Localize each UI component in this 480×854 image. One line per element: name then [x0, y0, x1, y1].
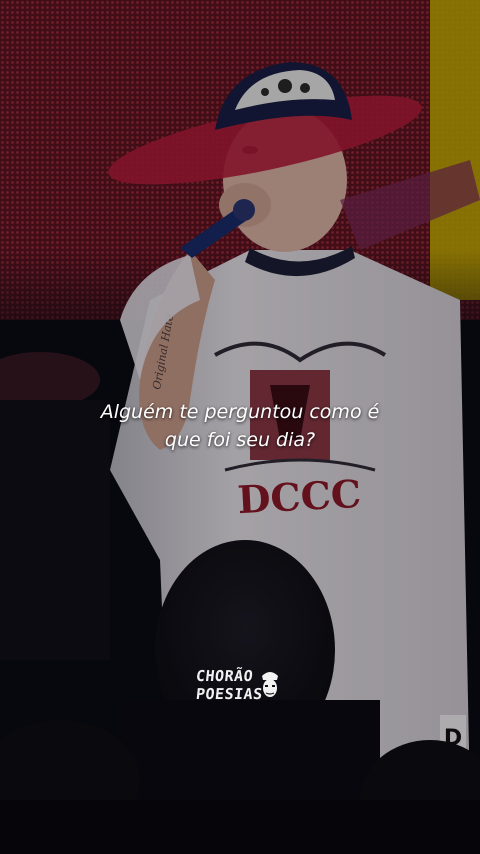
caption-line-2: que foi seu dia?: [164, 429, 316, 451]
face-logo-icon: [262, 672, 278, 697]
video-frame: DCCC D Original Hate Alguém te perguntou…: [0, 0, 480, 854]
chorao-poesias-logo: CHORÃO POESIAS: [195, 664, 286, 708]
logo-line-1: CHORÃO: [195, 667, 255, 685]
caption-line-1: Alguém te perguntou como é: [100, 401, 380, 423]
subtitle-caption: Alguém te perguntou como é que foi seu d…: [40, 398, 440, 454]
logo-line-2: POESIAS: [195, 685, 264, 703]
